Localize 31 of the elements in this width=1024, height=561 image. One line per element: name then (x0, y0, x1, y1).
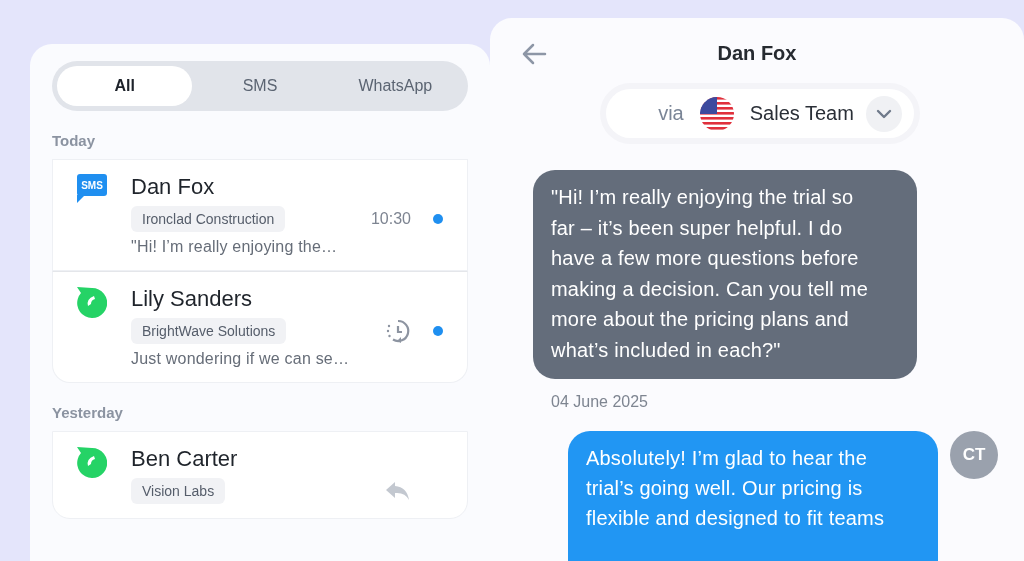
reply-icon (385, 480, 411, 502)
filter-tab[interactable]: WhatsApp (327, 66, 463, 106)
dropdown-button[interactable] (865, 95, 902, 132)
phone-bubble-icon (77, 446, 107, 478)
scheduled-clock-icon (385, 318, 411, 344)
flag-icon (699, 96, 734, 131)
contact-name: Ben Carter (131, 446, 239, 472)
date-group-heading: Yesterday (52, 404, 124, 421)
contact-name: Lily Sanders (131, 286, 254, 312)
user-avatar: CT (950, 431, 998, 479)
chat-title: Dan Fox (716, 42, 798, 66)
company-tag: Ironclad Construction (131, 206, 286, 232)
outgoing-message: Absolutely! I’m glad to hear the trial’s going well. Our pricing is flexible and designed to fit teams (568, 431, 938, 561)
phone-bubble-icon (77, 286, 107, 318)
contact-name: Dan Fox (131, 174, 216, 200)
conversation-card[interactable]: Lily Sanders BrightWave Solutions Just wondering if we can se… (52, 271, 468, 383)
message-time: 10:30 (370, 210, 411, 228)
sender-name: Sales Team (749, 102, 854, 126)
company-tag: Vision Labs (131, 478, 226, 504)
via-label: via (658, 102, 684, 126)
message-date: 04 June 2025 (551, 393, 649, 411)
filter-tab[interactable]: SMS (192, 66, 328, 106)
date-group-heading: Today (52, 132, 97, 149)
filter-tab[interactable]: All (57, 66, 193, 106)
conversation-card[interactable]: SMS Dan Fox Ironclad Construction 10:30 "Hi! I’m really enjoying the… (52, 159, 468, 271)
incoming-message: "Hi! I’m really enjoying the trial so far – it’s been super helpful. I do have a few more questions before making a decision. Can you tell me more about the pricing plans and what’s included in each?" (533, 170, 917, 379)
message-preview: Just wondering if we can se… (131, 350, 351, 368)
conversation-card[interactable]: Ben Carter Vision Labs (52, 431, 468, 519)
company-tag: BrightWave Solutions (131, 318, 287, 344)
chevron-down-icon (875, 108, 892, 119)
message-preview: "Hi! I’m really enjoying the… (131, 238, 339, 256)
